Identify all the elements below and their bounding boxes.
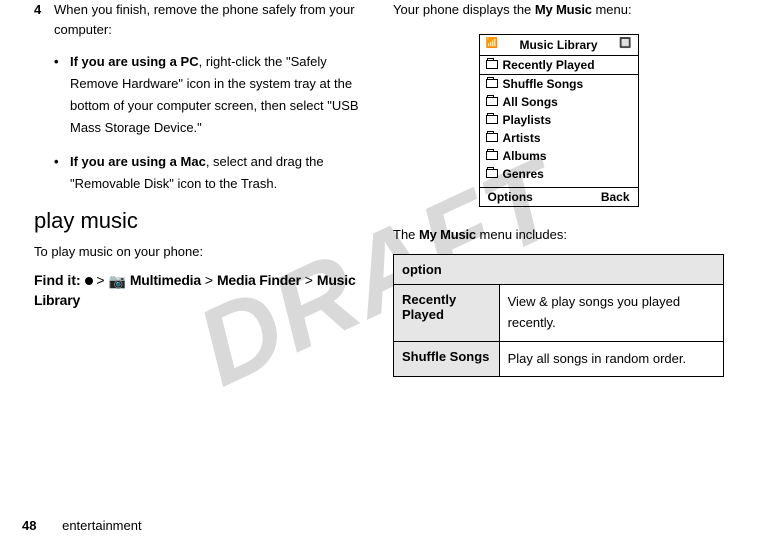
page-number: 48 <box>22 518 36 533</box>
table-header: option <box>394 255 724 285</box>
page-footer: 48 entertainment <box>22 518 142 533</box>
folder-icon <box>486 115 498 124</box>
section-name: entertainment <box>62 518 142 533</box>
signal-icon: 📶 <box>486 38 498 49</box>
menu-item: Artists <box>480 129 638 147</box>
option-label: Shuffle Songs <box>394 341 500 377</box>
menu-item: Shuffle Songs <box>480 75 638 93</box>
folder-icon <box>486 79 498 88</box>
bullet-mark: • <box>54 51 70 139</box>
softkey-right: Back <box>601 190 630 204</box>
step-number: 4 <box>34 0 54 39</box>
play-intro: To play music on your phone: <box>34 242 365 262</box>
menu-item: Recently Played <box>480 55 638 75</box>
folder-icon <box>486 169 498 178</box>
bullet-mark: • <box>54 151 70 195</box>
menu-title: Music Library <box>519 38 597 52</box>
right-intro: Your phone displays the My Music menu: <box>393 0 724 20</box>
step-text: When you finish, remove the phone safely… <box>54 0 365 39</box>
options-table: option Recently Played View & play songs… <box>393 254 724 377</box>
menu-item: Albums <box>480 147 638 165</box>
folder-icon <box>486 133 498 142</box>
phone-menu-illustration: 📶 Music Library 🔲 Recently Played Shuffl… <box>479 34 639 207</box>
left-column: 4 When you finish, remove the phone safe… <box>20 0 379 377</box>
includes-line: The My Music menu includes: <box>393 225 724 245</box>
folder-icon <box>486 97 498 106</box>
option-desc: View & play songs you played recently. <box>499 285 723 342</box>
softkey-left: Options <box>488 190 533 204</box>
folder-icon <box>486 60 498 69</box>
battery-icon: 🔲 <box>619 38 631 49</box>
option-desc: Play all songs in random order. <box>499 341 723 377</box>
bullet-2: If you are using a Mac, select and drag … <box>70 151 365 195</box>
find-it-line: Find it: > 📷 Multimedia > Media Finder >… <box>34 271 365 311</box>
menu-item: Genres <box>480 165 638 183</box>
multimedia-icon: 📷 <box>109 272 126 292</box>
play-music-heading: play music <box>34 208 365 234</box>
folder-icon <box>486 151 498 160</box>
menu-item: Playlists <box>480 111 638 129</box>
bullet-1: If you are using a PC, right-click the "… <box>70 51 365 139</box>
right-column: Your phone displays the My Music menu: 📶… <box>379 0 738 377</box>
option-label: Recently Played <box>394 285 500 342</box>
center-key-icon <box>85 277 93 285</box>
menu-item: All Songs <box>480 93 638 111</box>
